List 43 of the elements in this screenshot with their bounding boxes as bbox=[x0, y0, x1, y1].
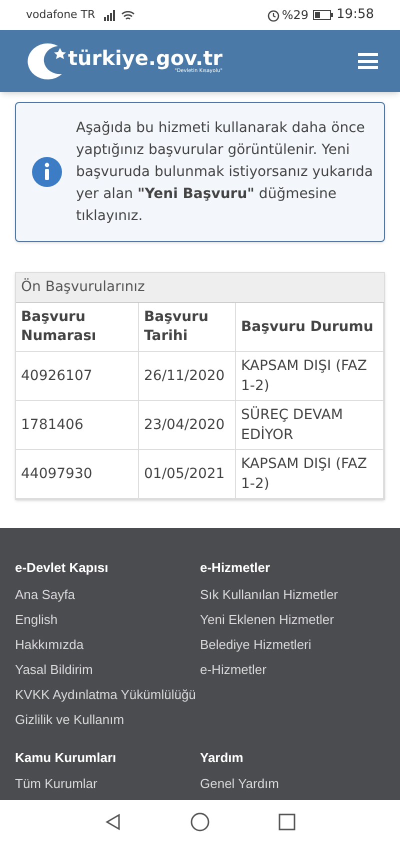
table-cell: 1781406 bbox=[16, 401, 139, 450]
footer-link[interactable]: Genel Yardım bbox=[200, 775, 280, 792]
footer-heading: Yardım bbox=[200, 748, 244, 766]
footer-link[interactable]: Sık Kullanılan Hizmetler bbox=[200, 586, 338, 602]
footer-link[interactable]: Hakkımızda bbox=[15, 636, 84, 652]
column-header: Başvuru Numarası bbox=[16, 303, 139, 352]
table-cell: 26/11/2020 bbox=[139, 352, 236, 401]
battery-icon bbox=[312, 10, 333, 20]
site-logo-text[interactable]: türkiye.gov.tr bbox=[68, 48, 223, 68]
footer-link[interactable]: KVKK Aydınlatma Yükümlülüğü bbox=[15, 686, 196, 702]
column-header: Başvuru Tarihi bbox=[139, 303, 236, 352]
carrier-label: vodafone TR bbox=[26, 6, 96, 23]
footer-link[interactable]: Belediye Hizmetleri bbox=[200, 636, 312, 652]
footer-heading: Kamu Kurumları bbox=[15, 748, 118, 766]
table-cell: 01/05/2021 bbox=[139, 450, 236, 499]
column-header: Başvuru Durumu bbox=[236, 303, 384, 352]
recents-icon[interactable] bbox=[278, 813, 296, 831]
table-cell: 40926107 bbox=[16, 352, 139, 401]
footer-link[interactable]: Gizlilik ve Kullanım bbox=[15, 710, 124, 728]
footer-link[interactable]: Tüm Kurumlar bbox=[15, 775, 98, 792]
info-icon bbox=[32, 157, 62, 187]
table-cell: 44097930 bbox=[16, 450, 139, 499]
footer-heading: e-Hizmetler bbox=[200, 559, 272, 577]
home-icon[interactable] bbox=[190, 812, 210, 832]
footer-link[interactable]: English bbox=[15, 610, 58, 628]
table-cell: SÜREÇ DEVAM EDİYOR bbox=[236, 401, 384, 450]
menu-button[interactable] bbox=[358, 53, 378, 69]
footer-link[interactable]: Yeni Eklenen Hizmetler bbox=[200, 610, 334, 628]
table-cell: KAPSAM DIŞI (FAZ 1-2) bbox=[236, 450, 384, 499]
wifi-icon bbox=[121, 10, 136, 20]
footer-link[interactable]: e-Hizmetler bbox=[200, 660, 266, 678]
footer-heading: e-Devlet Kapısı bbox=[15, 559, 110, 577]
signal-icon bbox=[103, 10, 118, 20]
table-cell: KAPSAM DIŞI (FAZ 1-2) bbox=[236, 352, 384, 401]
footer-link[interactable]: Ana Sayfa bbox=[15, 586, 75, 602]
alarm-icon bbox=[266, 8, 280, 22]
footer-link[interactable]: Yasal Bildirim bbox=[15, 660, 93, 678]
info-message: Aşağıda bu hizmeti kullanarak daha önce yaptığınız başvurular görüntülenir. Yeni başvuruda bulunmak istiyorsanız yukarıda yer alan "Yeni Başvuru" düğmesine tıklayınız. bbox=[76, 119, 374, 226]
clock: 19:58 bbox=[336, 6, 374, 24]
table-title: Ön Başvurularınız bbox=[21, 277, 145, 297]
table-cell: 23/04/2020 bbox=[139, 401, 236, 450]
battery-percent: %29 bbox=[282, 7, 309, 24]
back-icon[interactable] bbox=[104, 813, 122, 831]
